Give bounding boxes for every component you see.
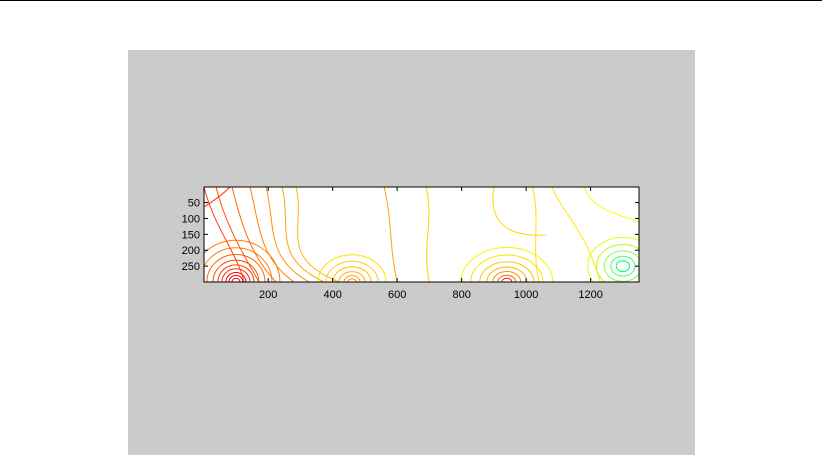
figure-window: 200 400 600 800 1000 1200 50 100 150 200 250	[128, 50, 695, 455]
y-tick-label: 100	[182, 213, 200, 225]
y-tick-label: 150	[182, 229, 200, 241]
y-tick-label: 250	[182, 261, 200, 273]
y-tick-label: 50	[188, 198, 200, 210]
x-tick-label: 200	[259, 289, 277, 301]
x-tick-label: 800	[452, 289, 470, 301]
x-tick-label: 400	[323, 289, 341, 301]
x-tick-label: 1200	[578, 289, 602, 301]
contour-chart: 200 400 600 800 1000 1200 50 100 150 200 250	[182, 186, 640, 301]
x-tick-label: 600	[388, 289, 406, 301]
y-tick-label: 200	[182, 245, 200, 257]
top-rule	[0, 0, 822, 1]
x-tick-label: 1000	[514, 289, 538, 301]
